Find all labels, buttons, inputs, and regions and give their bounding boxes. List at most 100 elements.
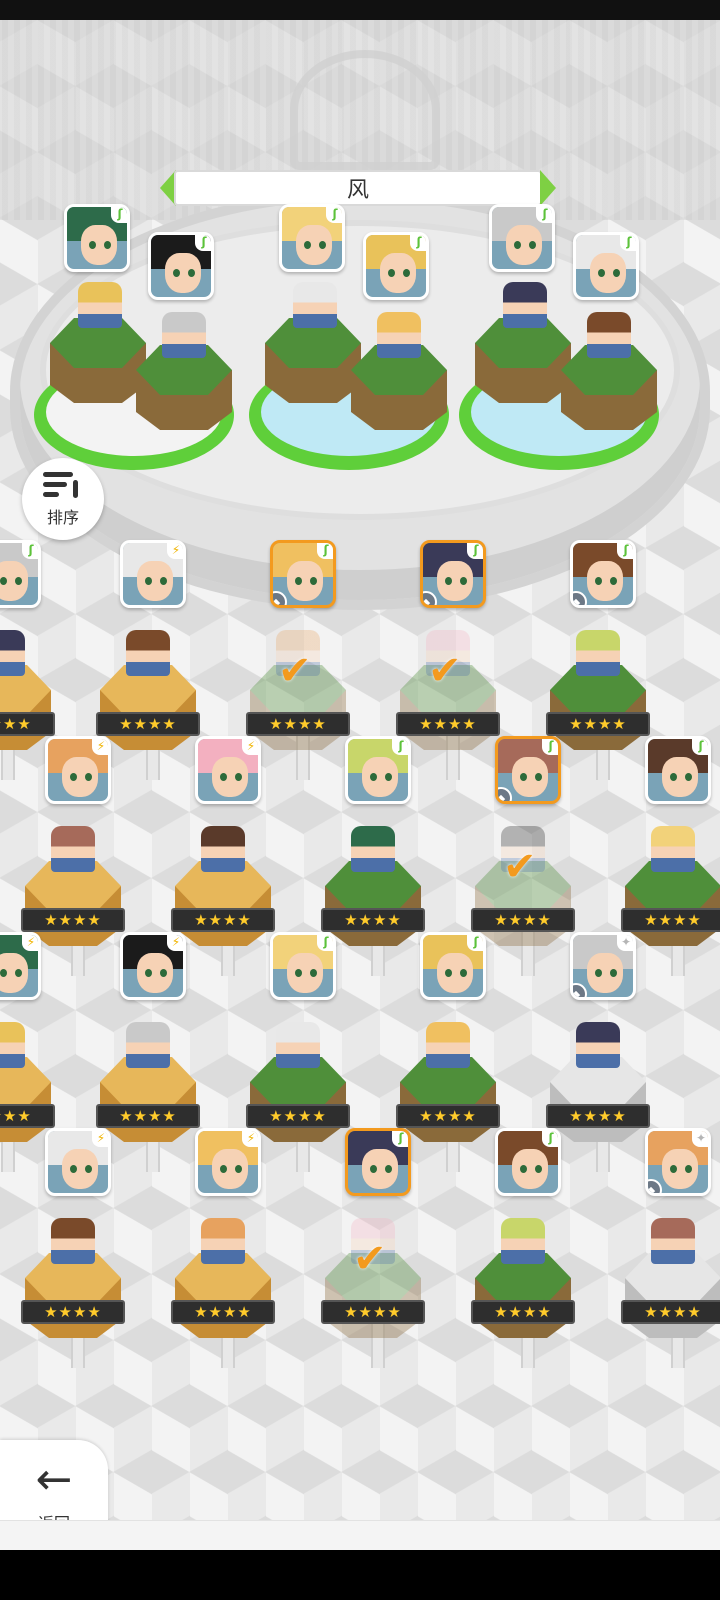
hero-sprite <box>351 826 395 872</box>
banner-right-arrow-icon <box>540 170 556 206</box>
arena-emblem <box>290 50 440 170</box>
hero-pedestal <box>625 861 720 951</box>
level-badge-icon: ◆ <box>573 983 587 997</box>
status-bar <box>0 0 720 20</box>
hero-portrait[interactable]: ʃ <box>279 204 345 272</box>
hero-portrait[interactable]: ʃ <box>270 932 336 1000</box>
lightning-element-icon: ⚡ <box>167 935 183 951</box>
hero-portrait[interactable]: ⚡ <box>45 736 111 804</box>
hero-sprite <box>0 1022 25 1068</box>
hero-sprite <box>126 1022 170 1068</box>
star-rating: ★★★★ <box>21 1300 125 1324</box>
wind-element-icon: ʃ <box>317 935 333 951</box>
hero-portrait[interactable]: ⚡ <box>195 736 261 804</box>
element-title: 风 <box>346 178 369 203</box>
hero-portrait[interactable]: ⚡ <box>195 1128 261 1196</box>
star-rating: ★★★★ <box>96 1104 200 1128</box>
sort-icon <box>43 470 83 500</box>
hero-pedestal <box>325 861 421 951</box>
hero-portrait[interactable]: ʃ <box>489 204 555 272</box>
star-rating: ★★★★ <box>21 908 125 932</box>
hero-sprite <box>426 1022 470 1068</box>
hero-portrait[interactable]: ʃ <box>0 540 41 608</box>
checkmark-icon: ✔ <box>428 648 462 694</box>
hero-sprite <box>201 1218 245 1264</box>
hero-pedestal <box>265 318 361 408</box>
hero-portrait[interactable]: ʃ <box>64 204 130 272</box>
hero-pedestal <box>400 1057 496 1147</box>
hero-pedestal <box>250 1057 346 1147</box>
lightning-element-icon: ⚡ <box>92 1131 108 1147</box>
hero-portrait[interactable]: ʃ ◆ <box>495 736 561 804</box>
hero-portrait[interactable]: ⚡ <box>120 540 186 608</box>
hero-sprite <box>78 282 122 328</box>
hero-sprite <box>51 1218 95 1264</box>
lightning-element-icon: ⚡ <box>22 935 38 951</box>
hero-pedestal <box>136 345 232 435</box>
hero-pedestal <box>25 1253 121 1343</box>
hero-sprite <box>51 826 95 872</box>
star-rating: ★★★★ <box>0 1104 55 1128</box>
hero-portrait[interactable]: ʃ <box>148 232 214 300</box>
star-rating: ★★★★ <box>621 1300 720 1324</box>
checkmark-icon: ✔ <box>353 1236 387 1282</box>
wind-element-icon: ʃ <box>111 207 127 223</box>
hero-pedestal <box>625 1253 720 1343</box>
star-rating: ★★★★ <box>0 712 55 736</box>
hero-portrait[interactable]: ⚡ <box>120 932 186 1000</box>
wind-element-icon: ʃ <box>22 543 38 559</box>
hero-portrait[interactable]: ʃ ◆ <box>570 540 636 608</box>
hero-portrait[interactable]: ʃ <box>363 232 429 300</box>
navigation-bar <box>0 1550 720 1600</box>
wind-element-icon: ʃ <box>410 235 426 251</box>
sort-label: 排序 <box>46 508 79 527</box>
element-title-banner: 风 <box>160 168 556 208</box>
hero-sprite <box>293 282 337 328</box>
hero-portrait[interactable]: ⚡ <box>45 1128 111 1196</box>
hero-sprite <box>651 1218 695 1264</box>
hero-portrait[interactable]: ʃ <box>420 932 486 1000</box>
lightning-element-icon: ⚡ <box>242 739 258 755</box>
arrow-left-icon: ← <box>35 1454 73 1505</box>
hero-sprite <box>576 630 620 676</box>
hero-portrait[interactable]: ʃ <box>573 232 639 300</box>
lightning-element-icon: ⚡ <box>242 1131 258 1147</box>
hero-sprite <box>201 826 245 872</box>
hero-pedestal <box>550 1057 646 1147</box>
wind-element-icon: ʃ <box>620 235 636 251</box>
hero-sprite <box>651 826 695 872</box>
star-rating: ★★★★ <box>171 1300 275 1324</box>
hero-portrait[interactable]: ʃ <box>345 736 411 804</box>
bottom-safe-area <box>0 1520 720 1550</box>
wind-element-icon: ʃ <box>392 1131 408 1147</box>
game-stage: 风 ʃʃʃʃʃʃ ★★★★ʃ★★★★⚡★★★★✔ʃ◆★★★★✔ʃ◆★★★★ʃ◆★… <box>0 20 720 1550</box>
hero-portrait[interactable]: ʃ <box>345 1128 411 1196</box>
sort-button[interactable]: 排序 <box>22 458 104 540</box>
hero-pedestal <box>475 1253 571 1343</box>
hero-sprite <box>501 1218 545 1264</box>
star-rating: ★★★★ <box>546 712 650 736</box>
hero-pedestal <box>550 665 646 755</box>
hero-portrait[interactable]: ʃ ◆ <box>420 540 486 608</box>
star-element-icon: ✦ <box>617 935 633 951</box>
hero-pedestal <box>351 345 447 435</box>
level-badge-icon: ◆ <box>423 591 437 605</box>
hero-portrait[interactable]: ✦ ◆ <box>570 932 636 1000</box>
hero-pedestal <box>0 665 51 755</box>
wind-element-icon: ʃ <box>617 543 633 559</box>
star-rating: ★★★★ <box>396 1104 500 1128</box>
hero-portrait[interactable]: ʃ <box>495 1128 561 1196</box>
hero-sprite <box>503 282 547 328</box>
hero-pedestal <box>100 1057 196 1147</box>
star-rating: ★★★★ <box>96 712 200 736</box>
hero-portrait[interactable]: ʃ <box>645 736 711 804</box>
wind-element-icon: ʃ <box>467 543 483 559</box>
hero-portrait[interactable]: ⚡ <box>0 932 41 1000</box>
wind-element-icon: ʃ <box>326 207 342 223</box>
hero-sprite <box>0 630 25 676</box>
hero-portrait[interactable]: ✦ ◆ <box>645 1128 711 1196</box>
star-rating: ★★★★ <box>621 908 720 932</box>
hero-portrait[interactable]: ʃ ◆ <box>270 540 336 608</box>
hero-sprite <box>126 630 170 676</box>
hero-sprite <box>162 312 206 358</box>
